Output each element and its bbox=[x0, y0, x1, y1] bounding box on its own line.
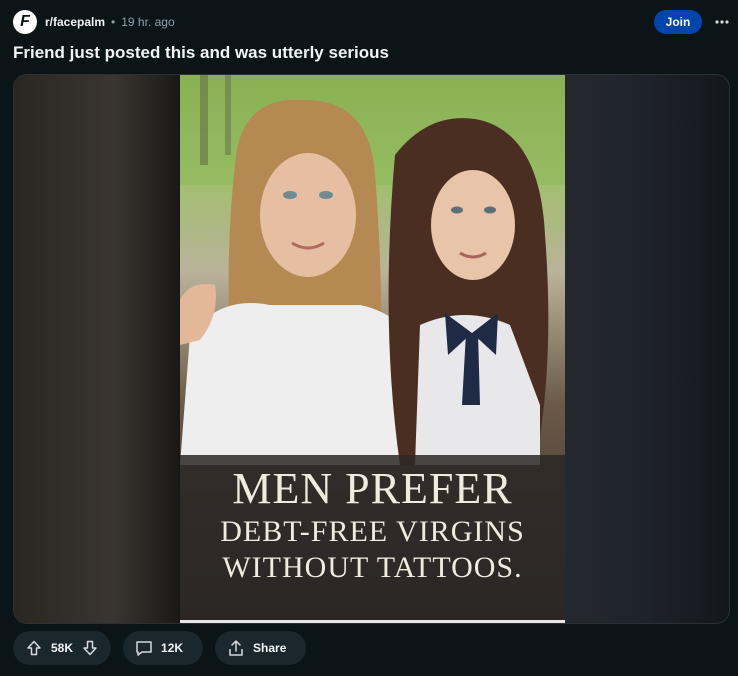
upvote-count: 58K bbox=[51, 641, 74, 655]
share-button[interactable]: Share bbox=[215, 631, 307, 665]
downvote-icon[interactable] bbox=[81, 639, 99, 657]
subreddit-avatar[interactable]: F bbox=[13, 10, 37, 34]
more-icon bbox=[713, 13, 731, 31]
comment-count: 12K bbox=[161, 641, 184, 655]
more-options-button[interactable] bbox=[710, 10, 734, 34]
post-time: 19 hr. ago bbox=[121, 15, 175, 29]
post-actions: 58K 12K Share bbox=[13, 631, 318, 665]
media-blur-right bbox=[563, 75, 729, 623]
comments-button[interactable]: 12K bbox=[123, 631, 204, 665]
share-label: Share bbox=[253, 641, 287, 655]
caption-line-3: WITHOUT TATTOOS. bbox=[222, 551, 523, 584]
post-media[interactable]: MEN PREFER DEBT-FREE VIRGINS WITHOUT TAT… bbox=[13, 74, 730, 624]
vote-pill: 58K bbox=[13, 631, 112, 665]
upvote-icon[interactable] bbox=[25, 639, 43, 657]
image-bottom-bar bbox=[180, 620, 565, 623]
separator-dot: • bbox=[111, 15, 116, 29]
share-icon bbox=[227, 639, 245, 657]
subreddit-name[interactable]: r/facepalm bbox=[45, 15, 105, 29]
join-button[interactable]: Join bbox=[654, 10, 702, 34]
comment-icon bbox=[135, 639, 153, 657]
caption-line-2: DEBT-FREE VIRGINS bbox=[220, 515, 525, 548]
media-blur-left bbox=[14, 75, 180, 623]
caption-line-1: MEN PREFER bbox=[232, 464, 513, 513]
post-header: F r/facepalm • 19 hr. ago bbox=[13, 10, 175, 34]
post-image[interactable]: MEN PREFER DEBT-FREE VIRGINS WITHOUT TAT… bbox=[180, 75, 565, 623]
post-title[interactable]: Friend just posted this and was utterly … bbox=[13, 43, 389, 63]
